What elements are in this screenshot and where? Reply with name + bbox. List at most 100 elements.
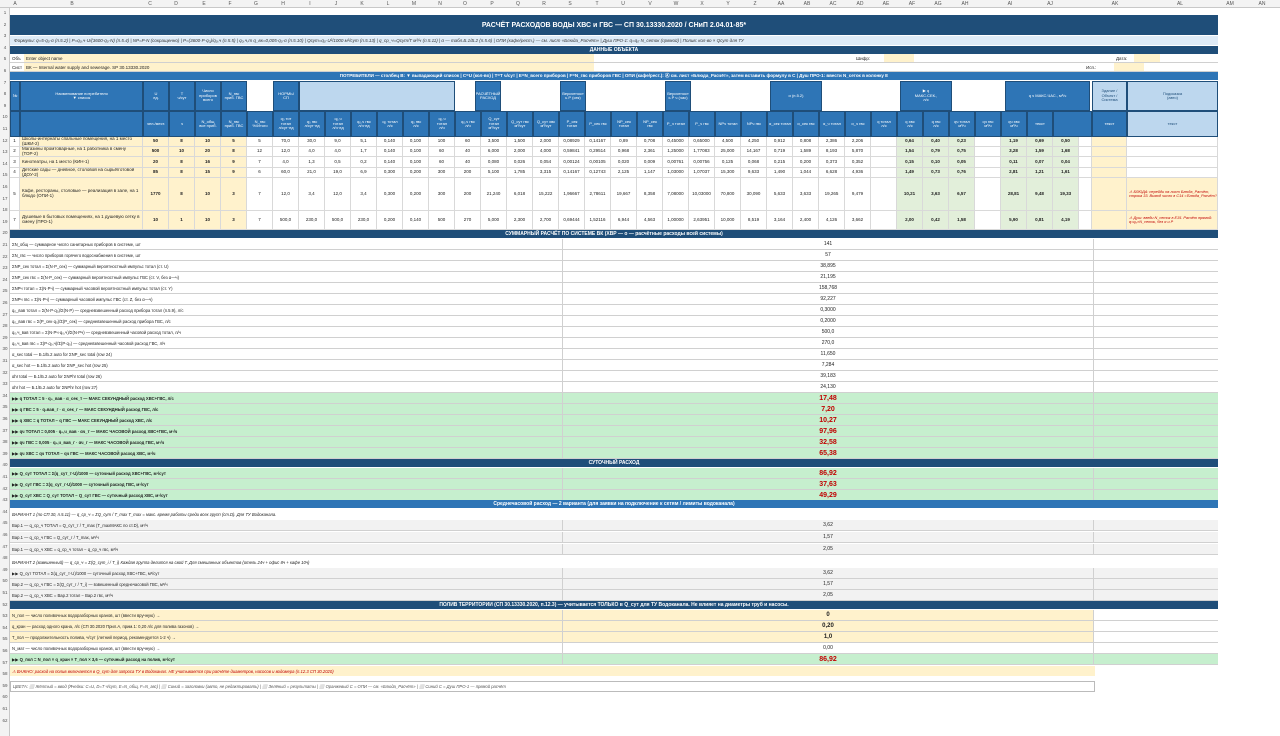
consumer-input-cell[interactable]: 1 xyxy=(169,211,195,230)
row-number[interactable]: 16 xyxy=(0,184,10,189)
row-number[interactable]: 2 xyxy=(0,22,10,27)
column-letter[interactable]: S xyxy=(564,1,576,7)
column-letter[interactable]: I xyxy=(304,1,316,7)
row-number[interactable]: 60 xyxy=(0,694,10,699)
row-number[interactable]: 26 xyxy=(0,300,10,305)
code-input[interactable] xyxy=(884,54,914,62)
row-number[interactable]: 22 xyxy=(0,254,10,259)
row-number[interactable]: 3 xyxy=(0,33,10,38)
row-number[interactable]: 48 xyxy=(0,555,10,560)
row-number[interactable]: 50 xyxy=(0,578,10,583)
consumer-input-cell[interactable]: 5 xyxy=(221,137,247,147)
row-number[interactable]: 35 xyxy=(0,404,10,409)
row-number[interactable]: 27 xyxy=(0,312,10,317)
column-letter[interactable]: A xyxy=(9,1,21,7)
consumer-input-cell[interactable]: 15 xyxy=(195,168,221,178)
column-letter[interactable]: O xyxy=(459,1,471,7)
consumer-type-select[interactable]: Кинотеатры, на 1 место (КИН-1) xyxy=(20,157,143,168)
column-letter[interactable]: AI xyxy=(1004,1,1016,7)
row-number[interactable]: 53 xyxy=(0,613,10,618)
row-number[interactable]: 28 xyxy=(0,323,10,328)
row-number[interactable]: 30 xyxy=(0,346,10,351)
consumer-input-cell[interactable]: 500 xyxy=(143,147,169,157)
column-letter[interactable]: AA xyxy=(775,1,787,7)
column-letter[interactable]: M xyxy=(408,1,420,7)
row-number[interactable]: 34 xyxy=(0,393,10,398)
column-letter[interactable]: AL xyxy=(1174,1,1186,7)
row-number[interactable]: 1 xyxy=(0,10,10,15)
row-number[interactable]: 19 xyxy=(0,219,10,224)
row-number[interactable]: 49 xyxy=(0,567,10,572)
consumer-input-cell[interactable]: 8 xyxy=(169,157,195,168)
row-number[interactable]: 55 xyxy=(0,636,10,641)
row-number[interactable]: 51 xyxy=(0,590,10,595)
column-letter[interactable]: G xyxy=(250,1,262,7)
row-number[interactable]: 11 xyxy=(0,126,10,131)
consumer-type-select[interactable]: Детские сады — дневное, столовой на сырь… xyxy=(20,168,143,178)
column-letter[interactable]: D xyxy=(170,1,182,7)
column-letter[interactable]: J xyxy=(330,1,342,7)
row-number[interactable]: 57 xyxy=(0,660,10,665)
column-letter[interactable]: E xyxy=(198,1,210,7)
row-number[interactable]: 62 xyxy=(0,718,10,723)
column-letter[interactable]: F xyxy=(224,1,236,7)
row-number[interactable]: 5 xyxy=(0,56,10,61)
consumer-input-cell[interactable]: 20 xyxy=(143,157,169,168)
row-number[interactable]: 46 xyxy=(0,532,10,537)
column-letter[interactable]: AE xyxy=(880,1,892,7)
row-number[interactable]: 42 xyxy=(0,486,10,491)
row-number[interactable]: 37 xyxy=(0,428,10,433)
row-number[interactable]: 24 xyxy=(0,277,10,282)
building-cell[interactable] xyxy=(1092,211,1127,230)
row-number[interactable]: 33 xyxy=(0,381,10,386)
row-number[interactable]: 44 xyxy=(0,509,10,514)
consumer-type-select[interactable]: Душевые в бытовых помещениях, на 1 душев… xyxy=(20,211,143,230)
consumer-input-cell[interactable]: 8 xyxy=(169,178,195,211)
row-number[interactable]: 21 xyxy=(0,242,10,247)
row-number[interactable]: 52 xyxy=(0,602,10,607)
row-number[interactable]: 47 xyxy=(0,544,10,549)
column-letter[interactable]: AN xyxy=(1256,1,1268,7)
column-letter[interactable]: AJ xyxy=(1044,1,1056,7)
system-input[interactable]: ВК — Internal water supply and sewerage.… xyxy=(24,63,594,71)
row-number[interactable]: 58 xyxy=(0,671,10,676)
consumer-type-select[interactable]: Школы-интернаты спальные помещения, на 1… xyxy=(20,137,143,147)
row-number[interactable]: 29 xyxy=(0,335,10,340)
column-letter[interactable]: P xyxy=(486,1,498,7)
column-letter[interactable]: AM xyxy=(1224,1,1236,7)
row-number[interactable]: 61 xyxy=(0,706,10,711)
consumer-input-cell[interactable]: 10 xyxy=(195,137,221,147)
column-letter[interactable]: V xyxy=(644,1,656,7)
row-number[interactable]: 10 xyxy=(0,114,10,119)
consumer-type-select[interactable]: Магазины промтоварные, на 1 работника в … xyxy=(20,147,143,157)
column-letter[interactable]: AH xyxy=(959,1,971,7)
consumer-input-cell[interactable]: 10 xyxy=(169,147,195,157)
building-cell[interactable] xyxy=(1092,147,1127,157)
row-number[interactable]: 18 xyxy=(0,207,10,212)
row-number[interactable]: 7 xyxy=(0,80,10,85)
row-number[interactable]: 41 xyxy=(0,474,10,479)
consumer-input-cell[interactable]: 10 xyxy=(195,211,221,230)
consumer-input-cell[interactable]: 16 xyxy=(195,157,221,168)
consumer-input-cell[interactable]: 3 xyxy=(221,211,247,230)
executor-input[interactable] xyxy=(1114,63,1144,71)
column-letter[interactable]: AF xyxy=(906,1,918,7)
consumer-input-cell[interactable]: 10 xyxy=(143,211,169,230)
row-number[interactable]: 56 xyxy=(0,648,10,653)
column-letter[interactable]: L xyxy=(382,1,394,7)
building-cell[interactable] xyxy=(1092,168,1127,178)
column-letter[interactable]: X xyxy=(696,1,708,7)
column-letter[interactable]: AB xyxy=(801,1,813,7)
row-number[interactable]: 23 xyxy=(0,265,10,270)
column-letter[interactable]: W xyxy=(670,1,682,7)
consumer-input-cell[interactable]: 8 xyxy=(169,168,195,178)
column-letter[interactable]: K xyxy=(356,1,368,7)
consumer-input-cell[interactable]: 9 xyxy=(221,168,247,178)
summary-value[interactable]: 0,20 xyxy=(563,621,1093,631)
row-number[interactable]: 59 xyxy=(0,683,10,688)
consumer-input-cell[interactable]: 1770 xyxy=(143,178,169,211)
row-number[interactable]: 6 xyxy=(0,68,10,73)
column-letter[interactable]: U xyxy=(617,1,629,7)
consumer-input-cell[interactable]: 3 xyxy=(221,178,247,211)
consumer-input-cell[interactable]: 8 xyxy=(169,137,195,147)
